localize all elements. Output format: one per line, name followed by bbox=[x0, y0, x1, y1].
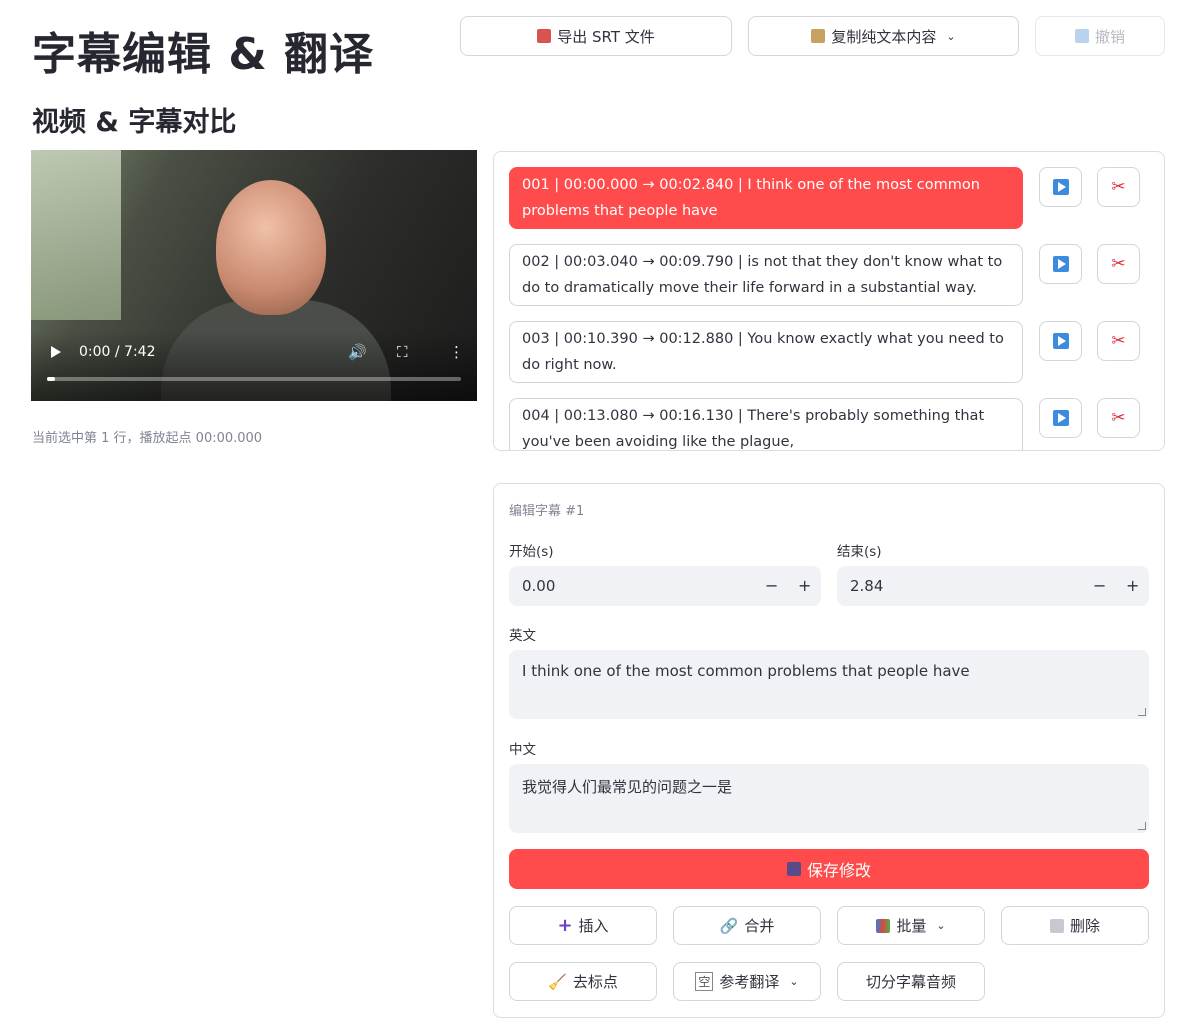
end-increment-button[interactable]: + bbox=[1126, 576, 1139, 595]
split-audio-label: 切分字幕音频 bbox=[865, 973, 956, 991]
play-icon[interactable] bbox=[51, 346, 61, 358]
english-label: 英文 bbox=[509, 628, 536, 644]
strip-punctuation-label: 去标点 bbox=[572, 973, 618, 991]
end-time-input[interactable]: 2.84 − + bbox=[837, 566, 1149, 606]
save-button[interactable]: 保存修改 bbox=[509, 849, 1149, 889]
video-player[interactable]: 0:00 / 7:42 🔊 ⛶ ⋮ bbox=[31, 150, 477, 401]
chinese-text: 我觉得人们最常见的问题之一是 bbox=[522, 778, 733, 796]
merge-button[interactable]: 🔗 合并 bbox=[673, 906, 821, 945]
insert-label: 插入 bbox=[578, 917, 609, 935]
subtitle-row-1[interactable]: 001 | 00:00.000 → 00:02.840 | I think on… bbox=[509, 167, 1023, 229]
plus-icon: + bbox=[557, 915, 573, 936]
end-time-value: 2.84 bbox=[850, 577, 884, 595]
split-segment-button-4[interactable]: ✂ bbox=[1097, 398, 1140, 438]
export-srt-label: 导出 SRT 文件 bbox=[557, 27, 655, 46]
copy-text-label: 复制纯文本内容 bbox=[831, 27, 937, 46]
selection-status: 当前选中第 1 行，播放起点 00:00.000 bbox=[32, 431, 263, 446]
chinese-textarea[interactable]: 我觉得人们最常见的问题之一是 bbox=[509, 764, 1149, 833]
books-icon bbox=[876, 918, 891, 933]
english-textarea[interactable]: I think one of the most common problems … bbox=[509, 650, 1149, 719]
subtitle-row-4[interactable]: 004 | 00:13.080 → 00:16.130 | There's pr… bbox=[509, 398, 1023, 450]
start-label: 开始(s) bbox=[509, 544, 554, 560]
play-segment-button-1[interactable] bbox=[1039, 167, 1082, 207]
start-time-input[interactable]: 0.00 − + bbox=[509, 566, 821, 606]
link-icon: 🔗 bbox=[719, 916, 739, 935]
video-progress-bar[interactable] bbox=[47, 377, 461, 381]
resize-handle-icon[interactable] bbox=[1138, 822, 1146, 830]
editor-heading: 编辑字幕 #1 bbox=[509, 504, 585, 519]
subtitle-list[interactable]: 001 | 00:00.000 → 00:02.840 | I think on… bbox=[493, 151, 1165, 451]
scissors-icon: ✂ bbox=[1111, 254, 1126, 274]
empty-icon: 空 bbox=[695, 972, 714, 991]
strip-punctuation-button[interactable]: 🧹 去标点 bbox=[509, 962, 657, 1001]
more-options-icon[interactable]: ⋮ bbox=[449, 343, 464, 361]
scissors-icon: ✂ bbox=[1111, 177, 1126, 197]
chevron-down-icon: ⌄ bbox=[946, 29, 956, 43]
play-segment-button-3[interactable] bbox=[1039, 321, 1082, 361]
split-audio-button[interactable]: 切分字幕音频 bbox=[837, 962, 985, 1001]
insert-button[interactable]: + 插入 bbox=[509, 906, 657, 945]
resize-handle-icon[interactable] bbox=[1138, 708, 1146, 716]
play-segment-button-2[interactable] bbox=[1039, 244, 1082, 284]
start-increment-button[interactable]: + bbox=[798, 576, 811, 595]
split-segment-button-3[interactable]: ✂ bbox=[1097, 321, 1140, 361]
scissors-icon: ✂ bbox=[1111, 408, 1126, 428]
reference-translate-label: 参考翻译 bbox=[719, 973, 780, 991]
chinese-label: 中文 bbox=[509, 742, 536, 758]
batch-button[interactable]: 批量 ⌄ bbox=[837, 906, 985, 945]
start-decrement-button[interactable]: − bbox=[765, 576, 778, 595]
page-title: 字幕编辑 & 翻译 bbox=[32, 29, 375, 80]
section-title: 视频 & 字幕对比 bbox=[32, 107, 237, 138]
delete-label: 删除 bbox=[1069, 917, 1100, 935]
video-controls-bar bbox=[31, 331, 477, 401]
video-frame-window bbox=[31, 150, 121, 320]
volume-icon[interactable]: 🔊 bbox=[348, 343, 367, 361]
start-time-value: 0.00 bbox=[522, 577, 556, 595]
save-label: 保存修改 bbox=[806, 861, 871, 880]
undo-button[interactable]: 撤销 bbox=[1035, 16, 1165, 56]
floppy-disk-icon bbox=[786, 862, 801, 876]
video-progress-fill bbox=[47, 377, 56, 381]
subtitle-row-2[interactable]: 002 | 00:03.040 → 00:09.790 | is not tha… bbox=[509, 244, 1023, 306]
end-decrement-button[interactable]: − bbox=[1093, 576, 1106, 595]
split-segment-button-2[interactable]: ✂ bbox=[1097, 244, 1140, 284]
play-segment-button-4[interactable] bbox=[1039, 398, 1082, 438]
chevron-down-icon: ⌄ bbox=[789, 975, 799, 988]
chevron-down-icon: ⌄ bbox=[936, 919, 946, 932]
reference-translate-button[interactable]: 空 参考翻译 ⌄ bbox=[673, 962, 821, 1001]
play-icon bbox=[1052, 333, 1069, 349]
wastebasket-icon bbox=[1049, 918, 1064, 933]
video-frame-person-head bbox=[216, 180, 326, 315]
broom-icon: 🧹 bbox=[548, 972, 567, 991]
play-icon bbox=[1052, 256, 1069, 272]
delete-button[interactable]: 删除 bbox=[1001, 906, 1149, 945]
merge-label: 合并 bbox=[744, 917, 775, 935]
undo-icon bbox=[1074, 29, 1089, 43]
subtitle-row-3[interactable]: 003 | 00:10.390 → 00:12.880 | You know e… bbox=[509, 321, 1023, 383]
english-text: I think one of the most common problems … bbox=[522, 662, 970, 680]
video-time: 0:00 / 7:42 bbox=[79, 344, 156, 360]
play-icon bbox=[1052, 410, 1069, 426]
undo-label: 撤销 bbox=[1094, 27, 1125, 46]
export-srt-button[interactable]: 导出 SRT 文件 bbox=[460, 16, 732, 56]
fullscreen-icon[interactable]: ⛶ bbox=[397, 343, 408, 361]
split-segment-button-1[interactable]: ✂ bbox=[1097, 167, 1140, 207]
scissors-icon: ✂ bbox=[1111, 331, 1126, 351]
batch-label: 批量 bbox=[896, 917, 927, 935]
copy-text-button[interactable]: 复制纯文本内容 ⌄ bbox=[748, 16, 1019, 56]
inbox-tray-icon bbox=[537, 29, 552, 43]
play-icon bbox=[1052, 179, 1069, 195]
clipboard-icon bbox=[811, 29, 826, 43]
end-label: 结束(s) bbox=[837, 544, 882, 560]
